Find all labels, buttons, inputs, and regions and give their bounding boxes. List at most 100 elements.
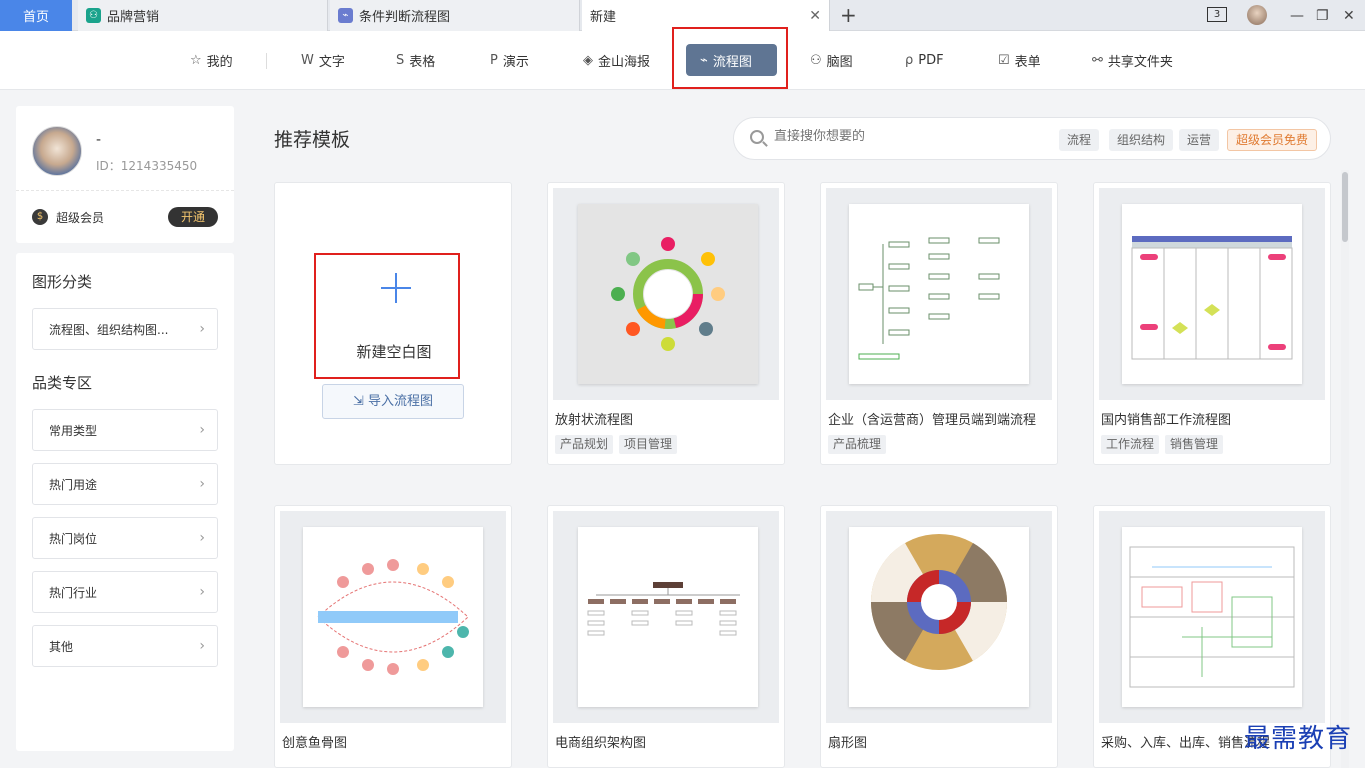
category-item-hot-use[interactable]: 热门用途 ›: [32, 463, 218, 505]
tab-label: 新建: [590, 10, 617, 25]
close-window-icon[interactable]: ✕: [1343, 0, 1355, 31]
template-tag[interactable]: 产品梳理: [828, 435, 887, 454]
search-icon: [750, 130, 764, 144]
template-thumbnail: [1099, 511, 1325, 723]
category-panel: 图形分类 流程图、组织结构图... › 品类专区 常用类型 › 热门用途 › 热门岗位…: [16, 253, 234, 751]
tree-flow-thumb: [858, 237, 1000, 360]
template-thumbnail: [280, 511, 506, 723]
profile-name: -: [96, 132, 102, 148]
search-chip-org[interactable]: 组织结构: [1109, 129, 1174, 151]
tab-home-label: 首页: [22, 10, 49, 25]
add-tab-icon[interactable]: +: [840, 3, 857, 27]
close-icon[interactable]: ✕: [809, 8, 821, 24]
template-card-radial[interactable]: 放射状流程图 产品规划 项目管理: [547, 182, 785, 465]
nav-label: 表单: [1014, 54, 1041, 70]
import-flowchart-button[interactable]: ⇲ 导入流程图: [322, 384, 464, 419]
nav-label: 脑图: [826, 54, 853, 70]
template-tag[interactable]: 产品规划: [555, 435, 614, 454]
nav-presentation[interactable]: P 演示: [490, 44, 529, 76]
pdf-icon: ρ: [905, 52, 914, 68]
nav-writer[interactable]: W 文字: [301, 44, 345, 76]
category-item-common[interactable]: 常用类型 ›: [32, 409, 218, 451]
nav-label: 演示: [502, 54, 529, 70]
form-icon: ☑: [998, 52, 1010, 68]
template-card-sales[interactable]: 国内销售部工作流程图 工作流程 销售管理: [1093, 182, 1331, 465]
tab-condition-flowchart[interactable]: ⌁ 条件判断流程图: [330, 0, 580, 31]
chevron-right-icon: ›: [199, 530, 205, 546]
category-item-other[interactable]: 其他 ›: [32, 625, 218, 667]
nav-form[interactable]: ☑ 表单: [998, 44, 1041, 76]
template-thumbnail: [826, 188, 1052, 400]
nav-label: 共享文件夹: [1107, 54, 1173, 70]
scrollbar-thumb[interactable]: [1342, 172, 1348, 242]
nav-label: 我的: [206, 54, 233, 70]
nav-mine[interactable]: ☆ 我的: [190, 44, 233, 76]
shared-folder-icon: ⚯: [1092, 52, 1103, 68]
nav-mindmap[interactable]: ⚇ 脑图: [810, 44, 853, 76]
template-card-sector[interactable]: 扇形图: [820, 505, 1058, 768]
vip-open-button[interactable]: 开通: [168, 207, 218, 227]
nav-shared-folder[interactable]: ⚯ 共享文件夹: [1092, 44, 1173, 76]
page-title: 推荐模板: [274, 129, 351, 151]
nav-poster[interactable]: ◈ 金山海报: [583, 44, 650, 76]
template-thumbnail: [826, 511, 1052, 723]
nav-label: 金山海报: [598, 54, 651, 70]
highlight-box-nav: [672, 27, 788, 89]
restore-icon[interactable]: ❐: [1316, 0, 1329, 31]
template-card-fishbone[interactable]: 创意鱼骨图: [274, 505, 512, 768]
template-name: 企业（含运营商）管理员端到端流程: [828, 413, 1037, 428]
sector-chart-thumb: [870, 534, 1008, 670]
category-label: 热门行业: [49, 585, 98, 600]
user-avatar-small[interactable]: [1247, 5, 1267, 25]
tab-brand-marketing[interactable]: ⚇ 品牌营销: [78, 0, 328, 31]
chevron-right-icon: ›: [199, 476, 205, 492]
avatar[interactable]: [32, 126, 82, 176]
category-item-hot-industry[interactable]: 热门行业 ›: [32, 571, 218, 613]
highlight-box-new: [314, 253, 460, 379]
template-thumbnail: [1099, 188, 1325, 400]
search-chip-vip-free[interactable]: 超级会员免费: [1227, 129, 1318, 151]
chevron-right-icon: ›: [199, 321, 205, 337]
minimize-icon[interactable]: —: [1290, 0, 1304, 31]
nav-divider: [266, 53, 267, 69]
template-card-ecommerce-org[interactable]: 电商组织架构图: [547, 505, 785, 768]
sheet-icon: S: [396, 52, 405, 68]
import-icon: ⇲: [352, 394, 368, 409]
writer-icon: W: [301, 52, 314, 68]
category-label: 流程图、组织结构图...: [49, 322, 169, 337]
nav-pdf[interactable]: ρ PDF: [905, 44, 944, 76]
flowchart-doc-icon: ⚇: [86, 8, 101, 23]
profile-id: ID：1214335450: [96, 159, 198, 173]
watermark: 最需教育: [1244, 724, 1353, 754]
fishbone-thumb: [317, 559, 469, 675]
template-tag[interactable]: 项目管理: [619, 435, 678, 454]
category-item-hot-job[interactable]: 热门岗位 ›: [32, 517, 218, 559]
category-item-flowchart[interactable]: 流程图、组织结构图... ›: [32, 308, 218, 350]
tab-label: 品牌营销: [107, 10, 160, 25]
mindmap-icon: ⚇: [810, 52, 822, 68]
search-chip-operation[interactable]: 运营: [1179, 129, 1220, 151]
chevron-right-icon: ›: [199, 584, 205, 600]
template-tag[interactable]: 工作流程: [1101, 435, 1160, 454]
flowchart-doc-icon: ⌁: [338, 8, 353, 23]
search-chip-process[interactable]: 流程: [1059, 129, 1100, 151]
search-input[interactable]: [774, 129, 1054, 144]
template-thumbnail: [553, 511, 779, 723]
search-bar: 流程 组织结构 运营 超级会员免费: [733, 117, 1331, 160]
vip-label: 超级会员: [56, 211, 105, 225]
divider: [16, 190, 234, 191]
template-tag[interactable]: 销售管理: [1165, 435, 1224, 454]
vip-coin-icon: $: [32, 209, 48, 225]
swimlane-thumb: [1131, 236, 1293, 360]
star-icon: ☆: [190, 52, 202, 68]
profile-card: - ID：1214335450 $ 超级会员 开通: [16, 106, 234, 243]
nav-sheet[interactable]: S 表格: [396, 44, 435, 76]
template-name: 国内销售部工作流程图: [1101, 413, 1232, 428]
section-title-graphic: 图形分类: [32, 273, 93, 291]
tab-home[interactable]: 首页: [0, 0, 72, 31]
window-count-badge[interactable]: 3: [1207, 7, 1227, 22]
category-label: 常用类型: [49, 423, 98, 438]
template-card-enterprise[interactable]: 企业（含运营商）管理员端到端流程 产品梳理: [820, 182, 1058, 465]
presentation-icon: P: [490, 52, 498, 68]
scrollbar[interactable]: [1341, 170, 1349, 768]
